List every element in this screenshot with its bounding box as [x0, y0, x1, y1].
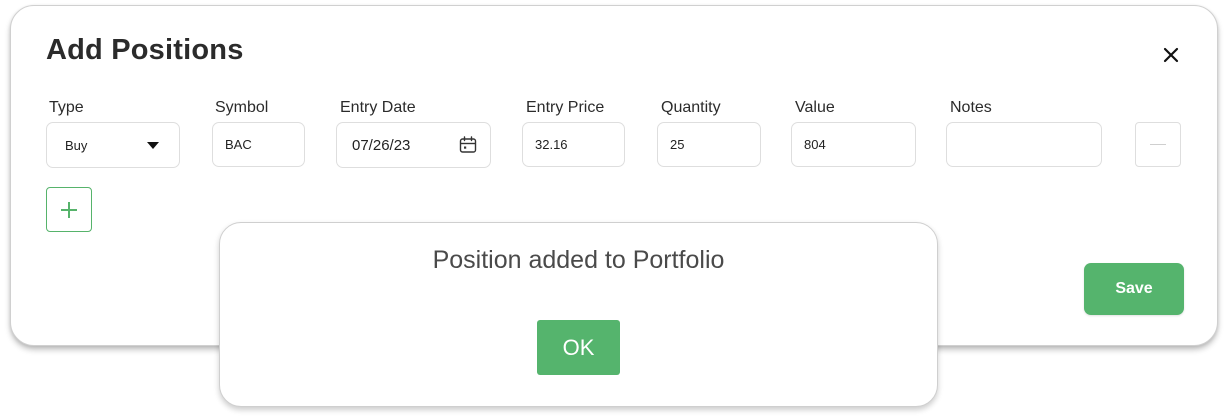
remove-row-button[interactable] [1135, 122, 1181, 167]
confirmation-dialog: Position added to Portfolio OK [219, 222, 938, 407]
quantity-input[interactable]: 25 [657, 122, 761, 167]
notes-label: Notes [950, 99, 992, 116]
type-select[interactable]: Buy [46, 122, 180, 168]
type-label: Type [49, 99, 84, 116]
symbol-value: BAC [225, 137, 252, 152]
save-button[interactable]: Save [1084, 263, 1184, 315]
ok-button[interactable]: OK [537, 320, 620, 375]
close-icon[interactable] [1157, 41, 1185, 69]
modal-title: Add Positions [46, 34, 244, 66]
value-label: Value [795, 99, 835, 116]
chevron-down-icon [147, 142, 159, 149]
value-input[interactable]: 804 [791, 122, 916, 167]
entry-date-label: Entry Date [340, 99, 416, 116]
entry-price-label: Entry Price [526, 99, 605, 116]
quantity-value: 25 [670, 137, 685, 152]
value-value: 804 [804, 137, 826, 152]
entry-price-input[interactable]: 32.16 [522, 122, 625, 167]
symbol-label: Symbol [215, 99, 269, 116]
type-select-value: Buy [65, 137, 88, 153]
entry-price-value: 32.16 [535, 137, 568, 152]
quantity-label: Quantity [661, 99, 721, 116]
dialog-message: Position added to Portfolio [432, 246, 725, 274]
entry-date-input[interactable]: 07/26/23 [336, 122, 491, 168]
notes-input[interactable] [946, 122, 1102, 167]
calendar-icon[interactable] [458, 135, 478, 155]
add-row-button[interactable] [46, 187, 92, 232]
symbol-input[interactable]: BAC [212, 122, 305, 167]
entry-date-value: 07/26/23 [352, 136, 411, 154]
